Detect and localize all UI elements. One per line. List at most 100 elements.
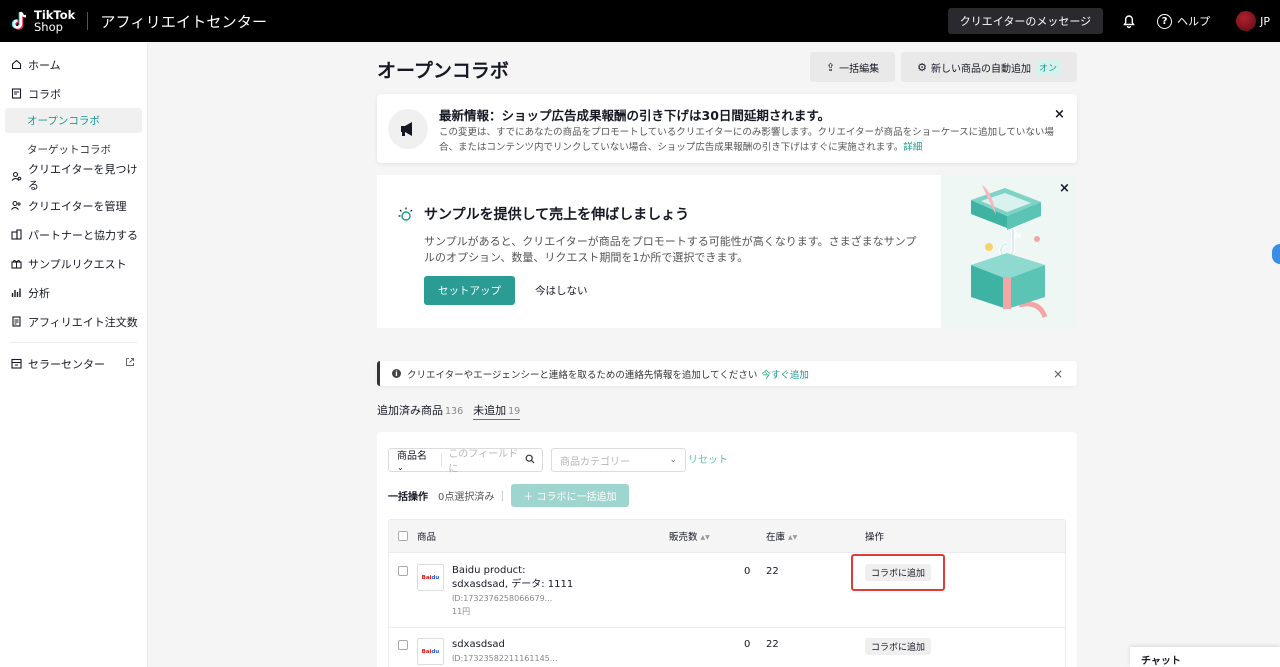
reset-link[interactable]: リセット	[688, 451, 728, 466]
sidebar-item-label: セラーセンター	[28, 357, 105, 371]
tab-count: 19	[508, 406, 521, 417]
contact-info-banner: i クリエイターやエージェンシーと連絡を取るための連絡先情報を追加してください …	[377, 361, 1077, 386]
add-to-collab-button[interactable]: コラボに追加	[865, 638, 932, 655]
creator-messages-button[interactable]: クリエイターのメッセージ	[947, 8, 1104, 34]
sample-card-title: サンプルを提供して売上を伸ばしましょう	[424, 207, 690, 223]
main-content: オープンコラボ ⇪ 一括編集 ⚙ 新しい商品の自動追加 オン 最新情報：ショップ…	[377, 42, 1077, 667]
bell-icon[interactable]	[1121, 13, 1137, 29]
announcement-text: この変更は、すでにあなたの商品をプロモートしているクリエイターにのみ影響します。…	[439, 127, 1054, 153]
gift-box-illustration	[941, 175, 1077, 328]
auto-add-label: 新しい商品の自動追加	[930, 63, 1031, 75]
search-input[interactable]: 商品名 ⌄ このフィールドに	[388, 447, 543, 475]
sidebar-item-label: クリエイターを管理	[28, 199, 127, 213]
product-table: 商品 販売数 ▲▼ 在庫 ▲▼ 操作 Bai du Baidu product: sd…	[388, 519, 1066, 667]
product-name[interactable]: sdxasdsad	[452, 638, 505, 652]
help-button[interactable]: ? ヘルプ	[1157, 13, 1210, 29]
top-bar: TikTok Shop アフィリエイトセンター クリエイターのメッセージ ? ヘ…	[0, 0, 1280, 42]
tab-not-added[interactable]: 未追加 19	[473, 402, 521, 420]
sidebar-item-sample-requests[interactable]: サンプルリクエスト	[0, 249, 147, 278]
help-label: ヘルプ	[1177, 15, 1211, 28]
search-placeholder: このフィールドに	[448, 449, 519, 475]
megaphone-icon	[388, 109, 428, 149]
tiktok-logo-icon	[10, 10, 30, 32]
bulk-actions-label: 一括操作	[388, 492, 428, 503]
announcement-banner: 最新情報：ショップ広告成果報酬の引き下げは30日間延期されます。 この変更は、す…	[377, 94, 1077, 163]
chevron-down-icon: ⌄	[669, 455, 677, 465]
chat-widget[interactable]: チャット	[1130, 647, 1280, 667]
chevron-down-icon: ⌄	[397, 463, 404, 472]
category-select[interactable]: 商品カテゴリー ⌄	[551, 448, 686, 472]
sort-icon: ▲▼	[788, 534, 798, 541]
sidebar-item-label: 分析	[28, 286, 50, 300]
product-thumbnail: Bai du	[417, 638, 444, 665]
details-link[interactable]: 詳細	[903, 142, 922, 153]
sidebar-item-affiliate-orders[interactable]: アフィリエイト注文数	[0, 307, 147, 336]
lightbulb-icon	[397, 206, 415, 224]
question-icon: ?	[1157, 13, 1173, 29]
add-now-link[interactable]: 今すぐ追加	[761, 367, 809, 381]
orders-icon	[11, 316, 22, 327]
account-menu[interactable]: JP	[1236, 11, 1270, 31]
header-sales[interactable]: 販売数 ▲▼	[669, 529, 710, 543]
sidebar-subitem-target-collab[interactable]: ターゲットコラボ	[0, 137, 147, 162]
header-product: 商品	[417, 532, 437, 543]
category-placeholder: 商品カテゴリー	[560, 456, 630, 468]
brand-line-2: Shop	[34, 20, 63, 34]
floating-assistant-icon[interactable]	[1272, 244, 1280, 264]
select-all-checkbox[interactable]	[398, 531, 408, 541]
external-link-icon	[125, 357, 135, 370]
table-row: Bai du Baidu product: sdxasdsad, データ: 111…	[389, 552, 1065, 627]
sidebar-item-seller-center[interactable]: セラーセンター	[0, 349, 147, 378]
close-icon[interactable]: ×	[1053, 367, 1063, 381]
product-name[interactable]: Baidu product: sdxasdsad, データ: 1111	[452, 564, 573, 592]
home-icon	[11, 59, 22, 70]
setup-button[interactable]: セットアップ	[424, 276, 515, 305]
region-label: JP	[1260, 14, 1270, 28]
avatar	[1236, 11, 1257, 31]
sidebar-subitem-open-collab[interactable]: オープンコラボ	[5, 108, 142, 133]
table-row: Bai du sdxasdsad ID:17323582211161145... …	[389, 627, 1065, 667]
info-icon: i	[392, 369, 401, 378]
sidebar-item-label: サンプルリクエスト	[28, 257, 127, 271]
not-now-button[interactable]: 今はしない	[535, 283, 588, 298]
product-tabs: 追加済み商品 136 未追加 19	[377, 402, 521, 420]
stock-value: 22	[766, 566, 779, 577]
header-stock[interactable]: 在庫 ▲▼	[766, 529, 797, 543]
sidebar-item-partners[interactable]: パートナーと協力する	[0, 220, 147, 249]
field-selector[interactable]: 商品名 ⌄	[389, 447, 441, 473]
sales-value: 0	[744, 566, 751, 577]
bulk-edit-label: 一括編集	[839, 63, 880, 75]
close-icon[interactable]: ×	[1059, 181, 1070, 196]
search-icon[interactable]	[525, 454, 535, 467]
sidebar-item-collab[interactable]: コラボ	[0, 79, 147, 108]
tiktok-shop-logo[interactable]: TikTok Shop	[10, 9, 100, 33]
sidebar-item-manage-creators[interactable]: クリエイターを管理	[0, 191, 147, 220]
sidebar-item-label: クリエイターを見つける	[28, 162, 138, 192]
sidebar-item-home[interactable]: ホーム	[0, 50, 147, 79]
sidebar-item-analytics[interactable]: 分析	[0, 278, 147, 307]
sidebar-divider	[10, 342, 137, 343]
sidebar-item-label: コラボ	[28, 87, 61, 101]
sidebar-item-label: アフィリエイト注文数	[28, 315, 138, 329]
collab-icon	[11, 88, 22, 99]
partner-icon	[11, 229, 22, 240]
product-id: ID:1732376258066679...	[452, 594, 553, 603]
product-thumbnail: Bai du	[417, 564, 444, 591]
tab-count: 136	[445, 406, 464, 417]
bulk-add-to-collab-button[interactable]: ＋ コラボに一括追加	[511, 484, 629, 507]
row-checkbox[interactable]	[398, 640, 408, 650]
row-checkbox[interactable]	[398, 566, 408, 576]
tab-added-products[interactable]: 追加済み商品 136	[377, 402, 463, 420]
sidebar-item-find-creators[interactable]: クリエイターを見つける	[0, 162, 147, 192]
close-icon[interactable]: ×	[1054, 107, 1065, 122]
contact-banner-text: クリエイターやエージェンシーと連絡を取るための連絡先情報を追加してください	[407, 369, 758, 381]
sort-icon: ▲▼	[700, 534, 710, 541]
product-name-line-1: Baidu product:	[452, 565, 526, 576]
tab-label: 追加済み商品	[377, 404, 443, 417]
header-stock-label: 在庫	[766, 532, 786, 543]
app-title: アフィリエイトセンター	[100, 12, 268, 31]
bulk-edit-button[interactable]: ⇪ 一括編集	[809, 52, 896, 82]
product-id: ID:17323582211161145...	[452, 654, 558, 663]
auto-add-settings-button[interactable]: ⚙ 新しい商品の自動追加 オン	[901, 52, 1077, 82]
add-to-collab-button[interactable]: コラボに追加	[865, 564, 932, 581]
